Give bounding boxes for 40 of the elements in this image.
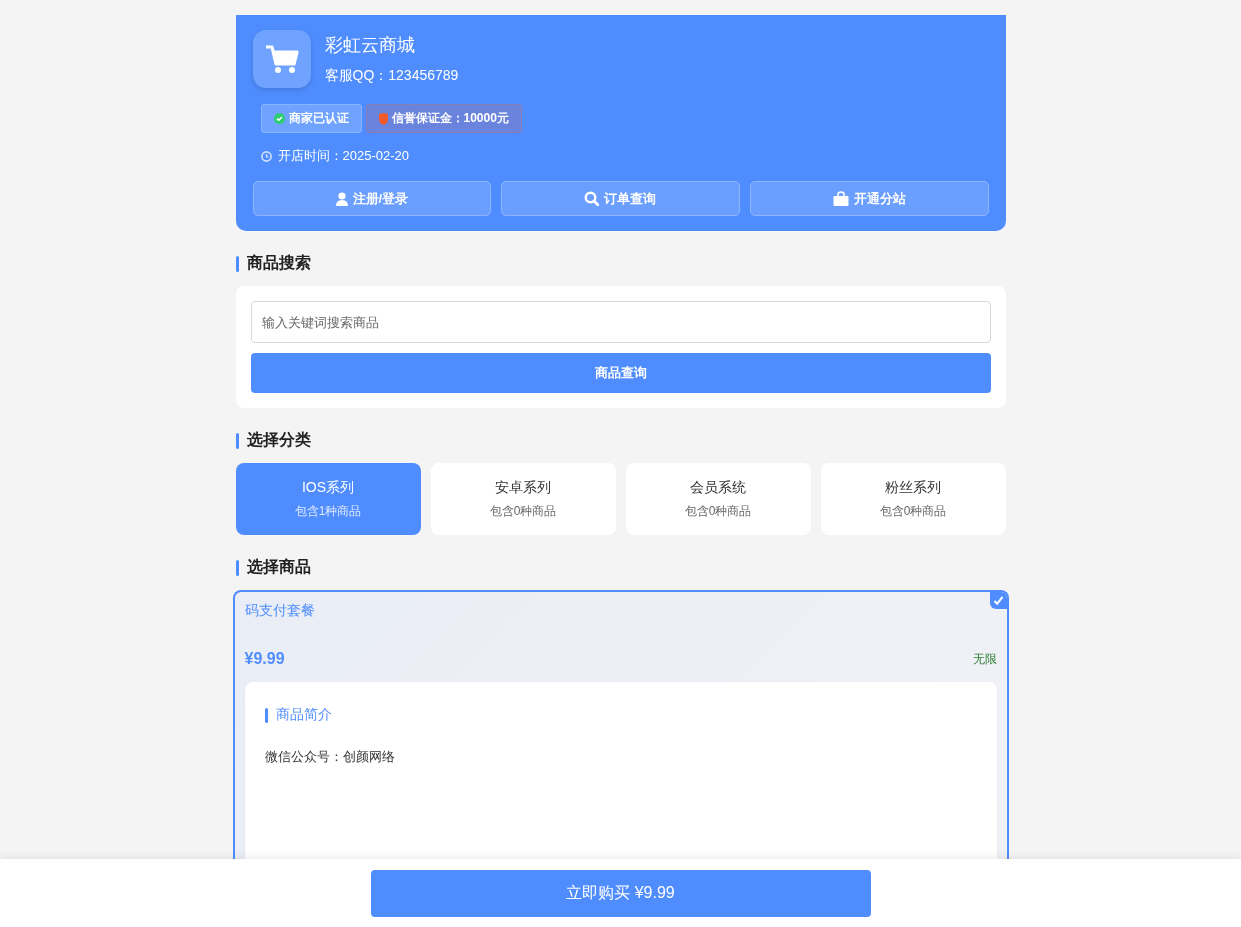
buy-button[interactable]: 立即购买 ¥9.99	[370, 869, 871, 917]
bag-icon	[832, 191, 849, 206]
category-card[interactable]: 会员系统 包含0种商品	[625, 463, 811, 535]
section-title: 选择分类	[246, 430, 311, 450]
intro-title: 商品简介	[275, 706, 332, 724]
clock-icon	[260, 150, 272, 162]
section-title: 商品搜索	[246, 253, 311, 273]
service-qq: 客服QQ：123456789	[324, 67, 459, 85]
category-name: 粉丝系列	[885, 478, 941, 497]
category-name: IOS系列	[301, 478, 355, 497]
shop-name: 彩虹云商城	[324, 34, 416, 57]
category-count: 包含0种商品	[489, 502, 557, 520]
category-count: 包含1种商品	[294, 502, 362, 520]
search-field[interactable]: 输入关键词搜索商品	[250, 301, 991, 343]
stock-label: 无限	[972, 651, 997, 668]
check-circle-icon	[273, 113, 285, 124]
category-card[interactable]: IOS系列 包含1种商品	[235, 463, 421, 535]
search-icon	[584, 191, 600, 206]
shield-icon	[378, 112, 388, 125]
open-time: 开店时间：2025-02-20	[277, 147, 409, 165]
category-count: 包含0种商品	[684, 502, 752, 520]
login-button[interactable]: 注册/登录	[252, 181, 492, 216]
order-query-button[interactable]: 订单查询	[501, 181, 740, 216]
intro-text: 微信公众号：创颜网络	[264, 748, 396, 766]
category-count: 包含0种商品	[879, 502, 947, 520]
cart-icon	[252, 30, 311, 88]
category-name: 会员系统	[690, 478, 746, 497]
deposit-badge: 信誉保证金：10000元	[365, 104, 522, 133]
substation-button[interactable]: 开通分站	[749, 181, 989, 216]
category-card[interactable]: 粉丝系列 包含0种商品	[820, 463, 1006, 535]
search-button[interactable]: 商品查询	[250, 353, 991, 393]
check-icon	[989, 592, 1007, 609]
category-card[interactable]: 安卓系列 包含0种商品	[430, 463, 616, 535]
user-icon	[335, 191, 348, 206]
product-card[interactable]: 码支付套餐 ¥9.99 无限 商品简介 微信公众号：创颜网络	[232, 590, 1009, 859]
product-price: ¥9.99	[244, 650, 285, 668]
product-name: 码支付套餐	[244, 602, 316, 620]
category-name: 安卓系列	[495, 478, 551, 497]
verified-badge: 商家已认证	[260, 104, 362, 133]
section-title: 选择商品	[246, 557, 311, 577]
